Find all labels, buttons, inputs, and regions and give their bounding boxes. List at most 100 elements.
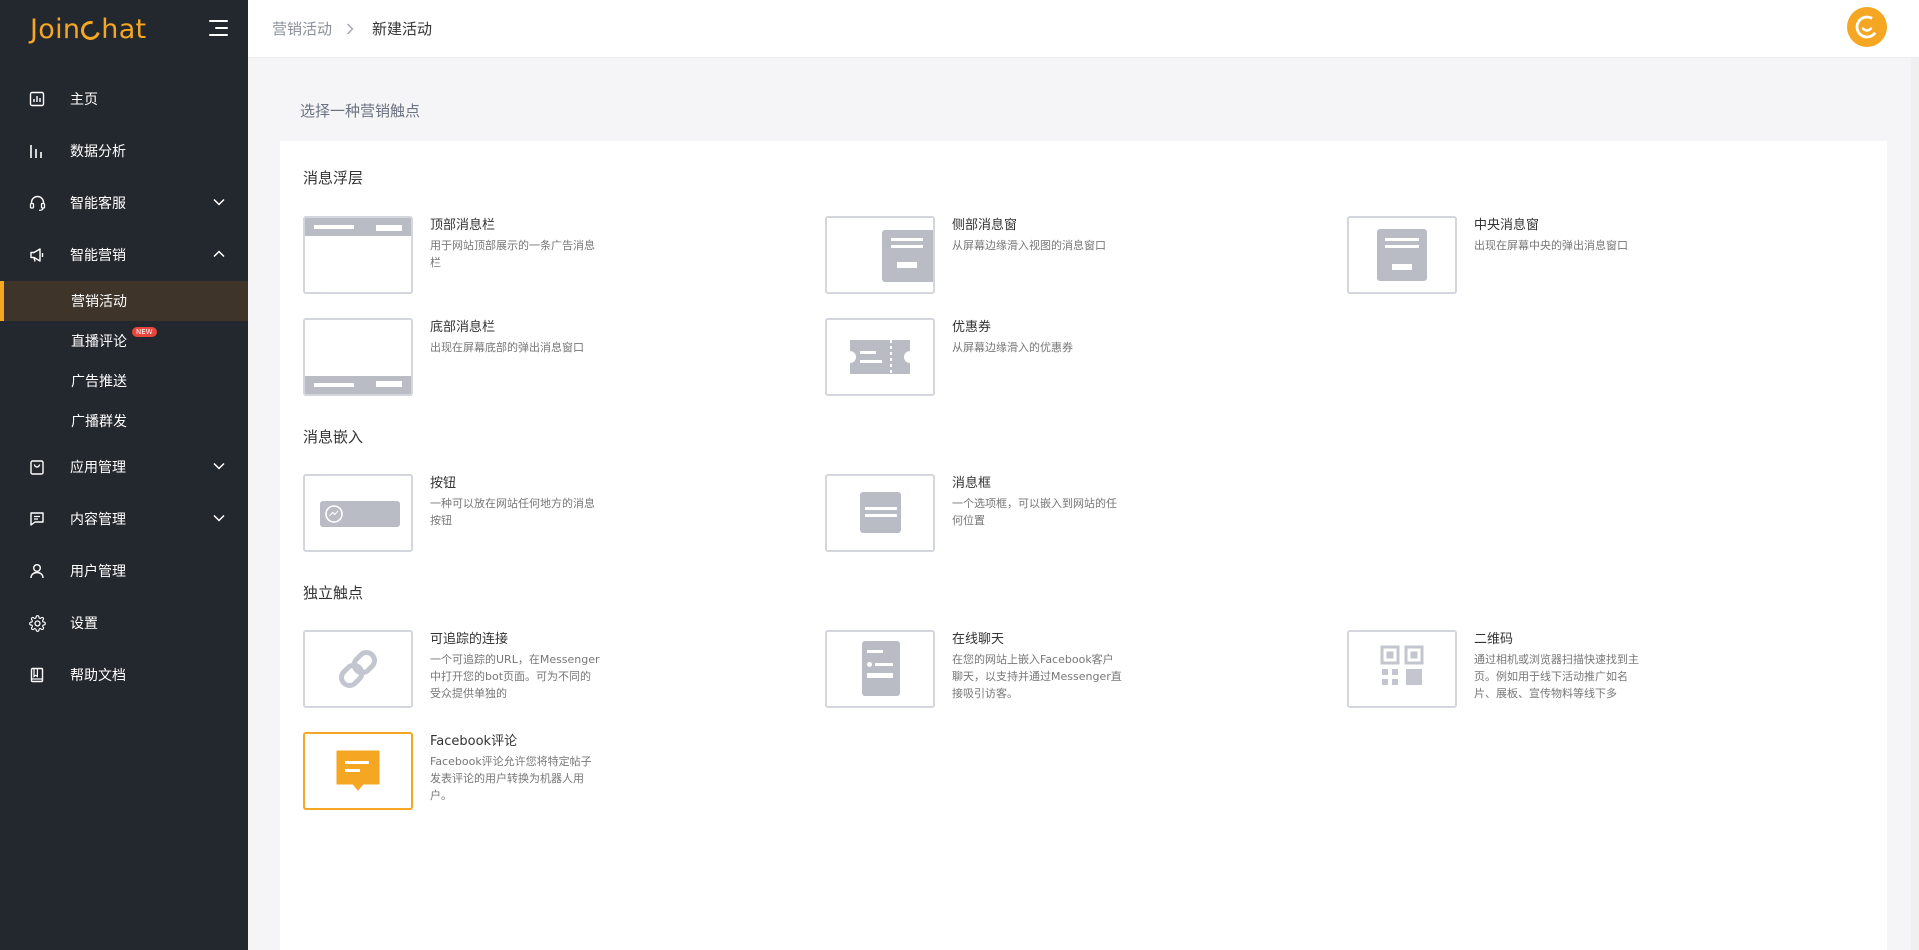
sidebar-item-analytics[interactable]: 数据分析 <box>0 125 248 177</box>
card-title: 可追踪的连接 <box>430 632 509 647</box>
sidebar-item-label: 智能客服 <box>70 196 126 212</box>
qr-code-icon <box>1347 630 1457 708</box>
sidebar-item-help-docs[interactable]: 帮助文档 <box>0 649 248 701</box>
coupon-icon <box>825 318 935 396</box>
touchpoint-card-bottom-bar[interactable]: 底部消息栏 出现在屏幕底部的弹出消息窗口 <box>303 318 723 396</box>
breadcrumb-parent-link[interactable]: 营销活动 <box>272 18 332 39</box>
card-title: 在线聊天 <box>952 632 1005 647</box>
logo[interactable]: Join hat <box>30 14 146 45</box>
card-title: 顶部消息栏 <box>430 218 496 233</box>
touchpoint-card-trackable-link[interactable]: 可追踪的连接 一个可追踪的URL，在Messenger中打开您的bot页面。可为… <box>303 630 723 708</box>
new-badge: NEW <box>132 327 157 337</box>
sidebar-item-label: 直播评论 <box>71 334 127 350</box>
touchpoint-card-button[interactable]: 按钮 一种可以放在网站任何地方的消息按钮 <box>303 474 723 552</box>
sidebar: Join hat 主页 数据分析 智能客服 智能营销 营销活动 直播评论 NEW… <box>0 0 248 950</box>
card-description: 一个选项框，可以嵌入到网站的任何位置 <box>952 497 1117 527</box>
bottom-bar-icon <box>303 318 413 396</box>
sidebar-item-label: 主页 <box>70 92 98 108</box>
chevron-up-icon <box>213 250 225 258</box>
link-icon <box>303 630 413 708</box>
marketing-subnav: 营销活动 直播评论 NEW 广告推送 广播群发 <box>0 281 248 441</box>
sidebar-item-label: 帮助文档 <box>70 668 126 684</box>
sidebar-item-content-management[interactable]: 内容管理 <box>0 493 248 545</box>
gear-icon <box>28 614 46 632</box>
sidebar-item-campaigns[interactable]: 营销活动 <box>0 281 248 321</box>
headset-icon <box>28 194 46 212</box>
card-description: 在您的网站上嵌入Facebook客户聊天，以支持并通过Messenger直接吸引… <box>952 653 1122 700</box>
side-window-icon <box>825 216 935 294</box>
card-title: 侧部消息窗 <box>952 218 1018 233</box>
sidebar-item-ad-push[interactable]: 广告推送 <box>0 361 248 401</box>
comment-icon <box>303 732 413 810</box>
card-description: 出现在屏幕中央的弹出消息窗口 <box>1474 239 1628 252</box>
sidebar-nav: 主页 数据分析 智能客服 智能营销 营销活动 直播评论 NEW 广告推送 广播群… <box>0 73 248 701</box>
brand-mark-icon <box>1855 15 1879 39</box>
sidebar-item-smart-marketing[interactable]: 智能营销 <box>0 229 248 281</box>
touchpoint-card-qr-code[interactable]: 二维码 通过相机或浏览器扫描快速找到主页。例如用于线下活动推广如名片、展板、宣传… <box>1347 630 1767 708</box>
top-header: 营销活动 新建活动 <box>248 0 1919 58</box>
touchpoint-card-side-window[interactable]: 侧部消息窗 从屏幕边缘滑入视图的消息窗口 <box>825 216 1245 294</box>
megaphone-icon <box>28 246 46 264</box>
sidebar-item-label: 智能营销 <box>70 248 126 264</box>
avatar[interactable] <box>1847 7 1887 47</box>
section-title-standalone: 独立触点 <box>303 584 364 602</box>
user-icon <box>28 562 46 580</box>
section-title-overlay: 消息浮层 <box>303 169 364 187</box>
chevron-down-icon <box>213 462 225 470</box>
main-content: 选择一种营销触点 消息浮层 顶部消息栏 用于网站顶部展示的一条广告消息栏 侧部消… <box>248 58 1911 950</box>
breadcrumb-current: 新建活动 <box>372 20 433 38</box>
sidebar-item-settings[interactable]: 设置 <box>0 597 248 649</box>
center-window-icon <box>1347 216 1457 294</box>
touchpoint-card-center-window[interactable]: 中央消息窗 出现在屏幕中央的弹出消息窗口 <box>1347 216 1767 294</box>
sidebar-item-label: 应用管理 <box>70 460 126 476</box>
message-square-icon <box>28 510 46 528</box>
sidebar-item-label: 设置 <box>70 616 98 632</box>
card-title: 按钮 <box>430 476 457 491</box>
book-icon <box>28 666 46 684</box>
section-title-embed: 消息嵌入 <box>303 428 364 446</box>
sidebar-item-smart-service[interactable]: 智能客服 <box>0 177 248 229</box>
chevron-down-icon <box>213 514 225 522</box>
card-title: 中央消息窗 <box>1474 218 1540 233</box>
touchpoint-card-facebook-comments[interactable]: Facebook评论 Facebook评论允许您将特定帖子发表评论的用户转换为机… <box>303 732 723 810</box>
chevron-right-icon <box>346 22 356 36</box>
sidebar-item-user-management[interactable]: 用户管理 <box>0 545 248 597</box>
sidebar-item-label: 广告推送 <box>71 374 127 390</box>
sidebar-item-live-comments[interactable]: 直播评论 NEW <box>0 321 248 361</box>
sidebar-item-label: 营销活动 <box>71 294 127 310</box>
bar-chart-icon <box>28 142 46 160</box>
card-title: Facebook评论 <box>430 734 518 749</box>
sidebar-item-label: 内容管理 <box>70 512 126 528</box>
top-bar-icon <box>303 216 413 294</box>
sidebar-item-home[interactable]: 主页 <box>0 73 248 125</box>
breadcrumb: 营销活动 新建活动 <box>272 18 432 39</box>
page-title: 选择一种营销触点 <box>300 102 421 120</box>
dashboard-icon <box>28 90 46 108</box>
touchpoint-card-coupon[interactable]: 优惠券 从屏幕边缘滑入的优惠券 <box>825 318 1245 396</box>
sidebar-item-broadcast[interactable]: 广播群发 <box>0 401 248 441</box>
logo-bar: Join hat <box>0 0 248 58</box>
card-title: 优惠券 <box>952 320 992 335</box>
sidebar-item-label: 广播群发 <box>71 414 127 430</box>
card-description: 出现在屏幕底部的弹出消息窗口 <box>430 341 584 354</box>
messenger-button-icon <box>303 474 413 552</box>
card-description: Facebook评论允许您将特定帖子发表评论的用户转换为机器人用户。 <box>430 755 592 802</box>
live-chat-icon <box>825 630 935 708</box>
message-box-icon <box>825 474 935 552</box>
touchpoint-panel: 消息浮层 顶部消息栏 用于网站顶部展示的一条广告消息栏 侧部消息窗 从屏幕边缘滑… <box>280 141 1887 950</box>
chevron-down-icon <box>213 198 225 206</box>
page-scrollbar[interactable] <box>1911 58 1919 950</box>
menu-toggle-icon[interactable] <box>209 20 228 36</box>
touchpoint-card-message-box[interactable]: 消息框 一个选项框，可以嵌入到网站的任何位置 <box>825 474 1245 552</box>
bag-icon <box>28 458 46 476</box>
touchpoint-card-live-chat[interactable]: 在线聊天 在您的网站上嵌入Facebook客户聊天，以支持并通过Messenge… <box>825 630 1245 708</box>
card-description: 通过相机或浏览器扫描快速找到主页。例如用于线下活动推广如名片、展板、宣传物料等线… <box>1474 653 1639 700</box>
touchpoint-card-top-bar[interactable]: 顶部消息栏 用于网站顶部展示的一条广告消息栏 <box>303 216 723 294</box>
card-description: 用于网站顶部展示的一条广告消息栏 <box>430 239 595 269</box>
sidebar-item-label: 数据分析 <box>70 144 126 160</box>
card-title: 消息框 <box>952 476 992 491</box>
sidebar-item-app-management[interactable]: 应用管理 <box>0 441 248 493</box>
sidebar-item-label: 用户管理 <box>70 564 126 580</box>
card-description: 从屏幕边缘滑入的优惠券 <box>952 341 1073 354</box>
card-title: 二维码 <box>1474 632 1514 647</box>
